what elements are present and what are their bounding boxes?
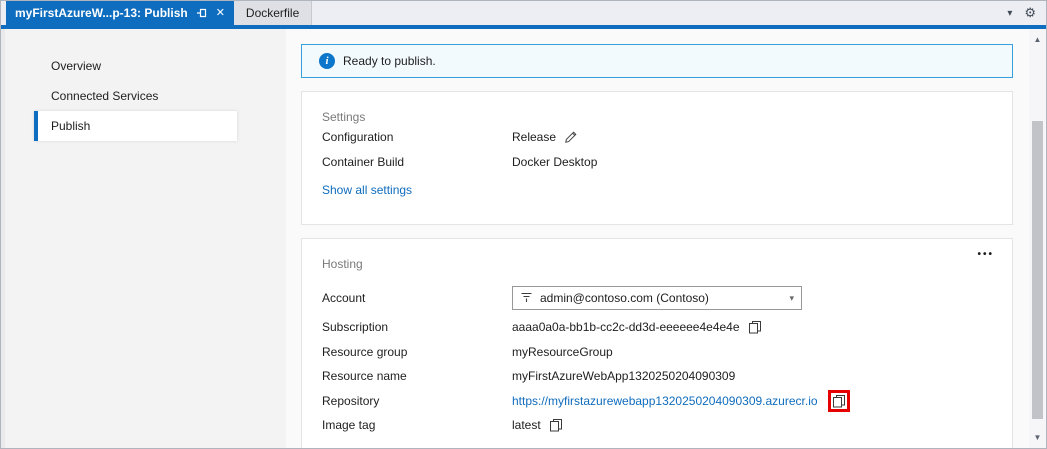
hosting-more-actions-button[interactable]: ••• (977, 249, 994, 260)
combobox-caret-icon: ▾ (789, 293, 794, 304)
tab-dockerfile[interactable]: Dockerfile (234, 1, 312, 25)
account-combobox-value: admin@contoso.com (Contoso) (540, 291, 709, 305)
sidebar-item-overview[interactable]: Overview (5, 51, 286, 81)
info-icon: i (319, 53, 335, 69)
settings-gear-icon[interactable]: ⚙ (1024, 5, 1036, 21)
tab-publish[interactable]: myFirstAzureW...p-13: Publish ✕ (6, 1, 234, 25)
status-banner: i Ready to publish. (301, 44, 1013, 78)
settings-card-title: Settings (322, 92, 992, 124)
sidebar-item-publish[interactable]: Publish (34, 111, 237, 141)
account-combobox[interactable]: admin@contoso.com (Contoso) ▾ (512, 286, 802, 310)
account-label: Account (322, 291, 512, 305)
subscription-row: Subscription aaaa0a0a-bb1b-cc2c-dd3d-eee… (322, 315, 992, 340)
pin-icon[interactable] (196, 7, 208, 19)
resource-name-label: Resource name (322, 369, 512, 383)
container-build-value: Docker Desktop (512, 155, 992, 169)
copy-subscription-icon[interactable] (748, 320, 762, 334)
subscription-value: aaaa0a0a-bb1b-cc2c-dd3d-eeeeee4e4e4e (512, 320, 740, 334)
resource-name-value: myFirstAzureWebApp1320250204090309 (512, 369, 992, 383)
publish-page-body: Overview Connected Services Publish i Re… (1, 29, 1046, 448)
container-build-label: Container Build (322, 155, 512, 169)
image-tag-value: latest (512, 418, 541, 432)
vertical-scrollbar[interactable]: ▲ ▼ (1029, 29, 1046, 448)
hosting-card: Hosting ••• Account admin@contoso.com (C… (301, 238, 1013, 448)
image-tag-label: Image tag (322, 418, 512, 432)
configuration-value: Release (512, 130, 556, 144)
resource-name-row: Resource name myFirstAzureWebApp13202502… (322, 364, 992, 389)
publish-sidebar: Overview Connected Services Publish (1, 29, 286, 448)
image-tag-row: Image tag latest (322, 413, 992, 438)
copy-image-tag-icon[interactable] (549, 418, 563, 432)
document-tab-bar: myFirstAzureW...p-13: Publish ✕ Dockerfi… (1, 1, 1046, 25)
hosting-card-title: Hosting (322, 239, 992, 271)
show-all-settings-link[interactable]: Show all settings (322, 183, 412, 197)
edit-pencil-icon[interactable] (564, 130, 578, 144)
tab-list-dropdown-icon[interactable]: ▾ (1007, 8, 1012, 19)
resource-group-value: myResourceGroup (512, 345, 992, 359)
configuration-row: Configuration Release (322, 124, 992, 149)
copy-repository-icon[interactable] (832, 394, 846, 408)
tab-dockerfile-label: Dockerfile (246, 6, 299, 20)
status-banner-text: Ready to publish. (343, 54, 436, 68)
vs-document-window: myFirstAzureW...p-13: Publish ✕ Dockerfi… (0, 0, 1047, 449)
sidebar-item-connected-services[interactable]: Connected Services (5, 81, 286, 111)
account-filter-icon (520, 290, 533, 306)
resource-group-label: Resource group (322, 345, 512, 359)
repository-label: Repository (322, 394, 512, 408)
settings-card: Settings Configuration Release Container… (301, 91, 1013, 225)
highlight-red-box (828, 390, 850, 412)
subscription-label: Subscription (322, 320, 512, 334)
tab-bar-controls: ▾ ⚙ (1007, 1, 1046, 25)
container-build-row: Container Build Docker Desktop (322, 149, 992, 174)
configuration-label: Configuration (322, 130, 512, 144)
publish-content: i Ready to publish. Settings Configurati… (286, 29, 1029, 448)
close-icon[interactable]: ✕ (216, 8, 225, 19)
scroll-down-icon[interactable]: ▼ (1029, 429, 1046, 446)
scrollbar-thumb[interactable] (1032, 121, 1043, 419)
repository-link[interactable]: https://myfirstazurewebapp13202502040903… (512, 394, 818, 408)
hosting-rows: Subscription aaaa0a0a-bb1b-cc2c-dd3d-eee… (322, 315, 992, 438)
account-row: Account admin@contoso.com (Contoso) ▾ (322, 281, 992, 315)
repository-row: Repository https://myfirstazurewebapp132… (322, 389, 992, 414)
resource-group-row: Resource group myResourceGroup (322, 340, 992, 365)
tab-publish-label: myFirstAzureW...p-13: Publish (15, 6, 188, 20)
scroll-up-icon[interactable]: ▲ (1029, 31, 1046, 48)
